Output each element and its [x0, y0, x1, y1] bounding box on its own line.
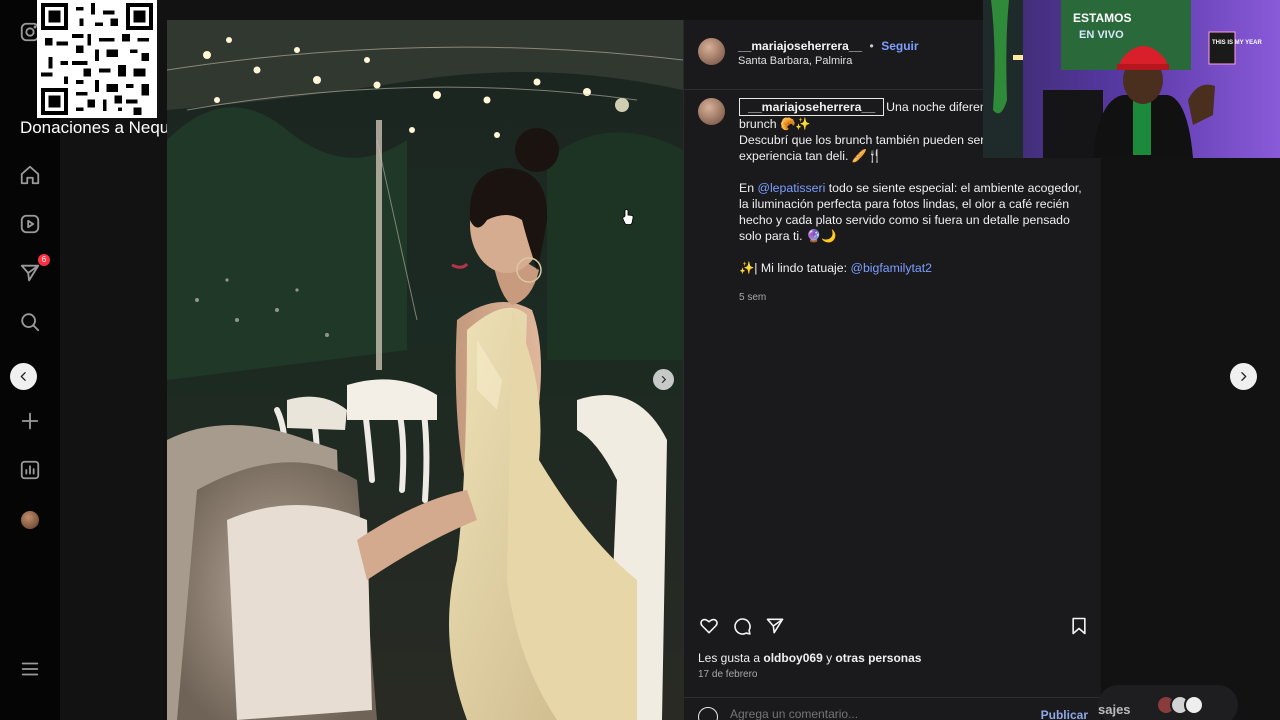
search-icon[interactable]: [18, 310, 42, 334]
comment-input[interactable]: [730, 707, 1030, 720]
donation-label: Donaciones a Nequi: [19, 118, 174, 137]
share-button[interactable]: [764, 615, 786, 637]
bookmark-icon: [1072, 617, 1086, 635]
like-button[interactable]: [698, 615, 720, 637]
avatar: [1184, 695, 1204, 715]
add-icon[interactable]: [18, 409, 42, 433]
save-button[interactable]: [1068, 615, 1090, 637]
donation-overlay: Donaciones a Nequi: [0, 0, 193, 140]
notification-badge: 6: [38, 254, 50, 266]
webcam-overlay: ESTAMOS EN VIVO THIS IS MY YEAR: [983, 0, 1280, 158]
post-actions: [698, 615, 1093, 639]
chevron-right-icon: [1241, 372, 1247, 381]
author-line: __mariajoseherrera__ • Seguir: [738, 37, 919, 55]
follow-button[interactable]: Seguir: [881, 39, 918, 53]
avatar: [21, 511, 39, 529]
send-icon[interactable]: 6: [18, 254, 50, 285]
profile-avatar[interactable]: [18, 508, 42, 532]
next-post-button[interactable]: [1230, 363, 1257, 390]
messages-button[interactable]: sajes: [1098, 685, 1238, 720]
likes-prefix: Les gusta a: [698, 651, 764, 665]
caption-paragraph-3: ✨| Mi lindo tatuaje: @bigfamilytat2: [739, 260, 1084, 276]
separator-dot: •: [869, 39, 874, 53]
chevron-right-icon: [661, 375, 667, 384]
emoji-icon[interactable]: [698, 707, 718, 720]
reels-icon[interactable]: [18, 212, 42, 236]
likes-mid: y: [822, 651, 836, 665]
comment-icon: [734, 618, 751, 635]
caption-username[interactable]: __mariajoseherrera__: [739, 98, 885, 116]
app-root: 6 Donaciones a Nequi __mariajoseherrera_…: [0, 0, 1280, 720]
message-avatars: [1156, 695, 1204, 715]
author-username[interactable]: __mariajoseherrera__: [738, 39, 862, 53]
post-location[interactable]: Santa Barbara, Palmira: [738, 55, 852, 67]
webcam-poster-text: THIS IS MY YEAR: [1212, 40, 1262, 46]
caption-paragraph-2: En @lepatisseri todo se siente especial:…: [739, 180, 1084, 244]
hand-cursor-icon: [622, 209, 634, 225]
comment-bar: Publicar: [684, 697, 1102, 720]
menu-icon[interactable]: [18, 657, 42, 681]
publish-button[interactable]: Publicar: [1041, 708, 1088, 720]
likes-user[interactable]: oldboy069: [763, 651, 822, 665]
mention-link[interactable]: @bigfamilytat2: [850, 261, 932, 275]
caption-avatar[interactable]: [698, 98, 725, 125]
heart-icon: [700, 618, 718, 634]
likes-summary[interactable]: Les gusta a oldboy069 y otras personas: [698, 651, 921, 665]
previous-post-button[interactable]: [10, 363, 37, 390]
post-photo[interactable]: [167, 20, 683, 720]
caption-timestamp[interactable]: 5 sem: [739, 290, 1084, 306]
comment-button[interactable]: [731, 615, 753, 637]
post-date: 17 de febrero: [698, 669, 758, 680]
likes-others[interactable]: otras personas: [835, 651, 921, 665]
chevron-left-icon: [20, 372, 26, 381]
webcam-sign-subtitle: EN VIVO: [1079, 29, 1124, 41]
caption-text: En: [739, 181, 758, 195]
mention-link[interactable]: @lepatisseri: [757, 181, 825, 195]
caption-text: ✨| Mi lindo tatuaje:: [739, 261, 851, 275]
qr-code: [37, 0, 157, 118]
author-avatar[interactable]: [698, 38, 725, 65]
carousel-next-button[interactable]: [653, 369, 674, 390]
send-icon: [766, 618, 784, 634]
insights-icon[interactable]: [18, 458, 42, 482]
messages-label: sajes: [1098, 702, 1131, 717]
webcam-sign-title: ESTAMOS: [1073, 11, 1131, 25]
home-icon[interactable]: [18, 163, 42, 187]
